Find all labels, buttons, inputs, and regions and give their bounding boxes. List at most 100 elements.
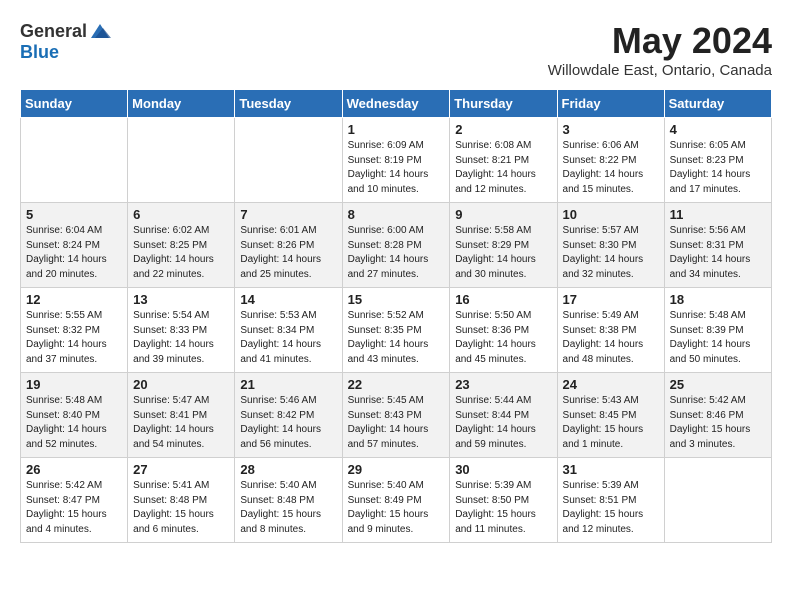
day-number: 9 [455,207,551,222]
weekday-header: Sunday [21,90,128,118]
calendar-day-cell: 27 Sunrise: 5:41 AM Sunset: 8:48 PM Dayli… [128,458,235,543]
calendar-day-cell: 13Sunrise: 5:54 AM Sunset: 8:33 PM Dayli… [128,288,235,373]
day-info: Sunrise: 5:52 AM Sunset: 8:35 PM Dayligh… [348,309,445,367]
day-info: Sunrise: 5:44 AM Sunset: 8:44 PM Dayligh… [455,394,551,452]
calendar-day-cell: 15 Sunrise: 5:52 AM Sunset: 8:35 PM Dayli… [342,288,450,373]
calendar-table: SundayMondayTuesdayWednesdayThursdayFrid… [20,89,772,543]
day-number: 17 [563,292,659,307]
day-info: Sunrise: 5:42 AM Sunset: 8:47 PM Dayligh… [26,479,122,537]
calendar-day-cell: 7Sunrise: 6:01 AM Sunset: 8:26 PM Daylig… [235,203,342,288]
day-number: 4 [670,122,766,137]
day-info: Sunrise: 5:48 AM Sunset: 8:39 PM Dayligh… [670,309,766,367]
calendar-day-cell: 5Sunrise: 6:04 AM Sunset: 8:24 PM Daylig… [21,203,128,288]
calendar-day-cell: 6Sunrise: 6:02 AM Sunset: 8:25 PM Daylig… [128,203,235,288]
day-number: 28 [240,462,336,477]
calendar-day-cell: 23 Sunrise: 5:44 AM Sunset: 8:44 PM Dayli… [450,373,557,458]
day-info: Sunrise: 5:39 AM Sunset: 8:50 PM Dayligh… [455,479,551,537]
day-number: 26 [26,462,122,477]
calendar-day-cell: 18 Sunrise: 5:48 AM Sunset: 8:39 PM Dayli… [664,288,771,373]
calendar-day-cell: 12 Sunrise: 5:55 AM Sunset: 8:32 PM Dayli… [21,288,128,373]
calendar-week-row: 26 Sunrise: 5:42 AM Sunset: 8:47 PM Dayli… [21,458,772,543]
day-number: 15 [348,292,445,307]
day-info: Sunrise: 5:49 AM Sunset: 8:38 PM Dayligh… [563,309,659,367]
calendar-day-cell [128,118,235,203]
weekday-header: Wednesday [342,90,450,118]
day-info: Sunrise: 5:45 AM Sunset: 8:43 PM Dayligh… [348,394,445,452]
day-info: Sunrise: 6:08 AM Sunset: 8:21 PM Dayligh… [455,139,551,197]
page-header: General Blue May 2024 Willowdale East, O… [20,20,772,79]
calendar-day-cell: 26 Sunrise: 5:42 AM Sunset: 8:47 PM Dayli… [21,458,128,543]
logo-text-blue: Blue [20,42,59,62]
calendar-day-cell: 19 Sunrise: 5:48 AM Sunset: 8:40 PM Dayli… [21,373,128,458]
weekday-header: Thursday [450,90,557,118]
day-info: Sunrise: 5:55 AM Sunset: 8:32 PM Dayligh… [26,309,122,367]
day-info: Sunrise: 5:39 AM Sunset: 8:51 PM Dayligh… [563,479,659,537]
day-number: 19 [26,377,122,392]
day-number: 8 [348,207,445,222]
calendar-day-cell: 22Sunrise: 5:45 AM Sunset: 8:43 PM Dayli… [342,373,450,458]
day-number: 14 [240,292,336,307]
calendar-week-row: 1 Sunrise: 6:09 AM Sunset: 8:19 PM Daylig… [21,118,772,203]
day-info: Sunrise: 5:46 AM Sunset: 8:42 PM Dayligh… [240,394,336,452]
day-number: 10 [563,207,659,222]
day-number: 23 [455,377,551,392]
title-block: May 2024 Willowdale East, Ontario, Canad… [548,20,772,79]
day-info: Sunrise: 5:40 AM Sunset: 8:49 PM Dayligh… [348,479,445,537]
day-number: 7 [240,207,336,222]
day-number: 24 [563,377,659,392]
day-number: 13 [133,292,229,307]
calendar-day-cell: 1 Sunrise: 6:09 AM Sunset: 8:19 PM Daylig… [342,118,450,203]
day-info: Sunrise: 5:47 AM Sunset: 8:41 PM Dayligh… [133,394,229,452]
day-number: 21 [240,377,336,392]
day-number: 16 [455,292,551,307]
day-info: Sunrise: 5:41 AM Sunset: 8:48 PM Dayligh… [133,479,229,537]
day-number: 18 [670,292,766,307]
day-number: 2 [455,122,551,137]
day-number: 3 [563,122,659,137]
calendar-day-cell: 8 Sunrise: 6:00 AM Sunset: 8:28 PM Daylig… [342,203,450,288]
day-info: Sunrise: 6:05 AM Sunset: 8:23 PM Dayligh… [670,139,766,197]
calendar-day-cell: 20Sunrise: 5:47 AM Sunset: 8:41 PM Dayli… [128,373,235,458]
day-info: Sunrise: 5:48 AM Sunset: 8:40 PM Dayligh… [26,394,122,452]
day-info: Sunrise: 6:00 AM Sunset: 8:28 PM Dayligh… [348,224,445,282]
calendar-day-cell: 17 Sunrise: 5:49 AM Sunset: 8:38 PM Dayli… [557,288,664,373]
day-info: Sunrise: 6:04 AM Sunset: 8:24 PM Dayligh… [26,224,122,282]
day-number: 29 [348,462,445,477]
calendar-day-cell: 14 Sunrise: 5:53 AM Sunset: 8:34 PM Dayli… [235,288,342,373]
day-number: 27 [133,462,229,477]
calendar-day-cell: 30 Sunrise: 5:39 AM Sunset: 8:50 PM Dayli… [450,458,557,543]
day-info: Sunrise: 6:06 AM Sunset: 8:22 PM Dayligh… [563,139,659,197]
calendar-day-cell: 16Sunrise: 5:50 AM Sunset: 8:36 PM Dayli… [450,288,557,373]
day-info: Sunrise: 5:53 AM Sunset: 8:34 PM Dayligh… [240,309,336,367]
logo-text-general: General [20,21,87,42]
calendar-day-cell [21,118,128,203]
calendar-day-cell: 2 Sunrise: 6:08 AM Sunset: 8:21 PM Daylig… [450,118,557,203]
calendar-day-cell: 4 Sunrise: 6:05 AM Sunset: 8:23 PM Daylig… [664,118,771,203]
weekday-header: Monday [128,90,235,118]
day-number: 30 [455,462,551,477]
weekday-header: Tuesday [235,90,342,118]
calendar-day-cell: 25Sunrise: 5:42 AM Sunset: 8:46 PM Dayli… [664,373,771,458]
logo: General Blue [20,20,111,63]
day-number: 12 [26,292,122,307]
calendar-day-cell: 24 Sunrise: 5:43 AM Sunset: 8:45 PM Dayli… [557,373,664,458]
calendar-day-cell: 11Sunrise: 5:56 AM Sunset: 8:31 PM Dayli… [664,203,771,288]
weekday-header: Saturday [664,90,771,118]
day-number: 6 [133,207,229,222]
day-info: Sunrise: 5:40 AM Sunset: 8:48 PM Dayligh… [240,479,336,537]
calendar-day-cell: 9Sunrise: 5:58 AM Sunset: 8:29 PM Daylig… [450,203,557,288]
calendar-day-cell [664,458,771,543]
calendar-header-row: SundayMondayTuesdayWednesdayThursdayFrid… [21,90,772,118]
day-info: Sunrise: 5:43 AM Sunset: 8:45 PM Dayligh… [563,394,659,452]
day-number: 1 [348,122,445,137]
calendar-day-cell: 28 Sunrise: 5:40 AM Sunset: 8:48 PM Dayli… [235,458,342,543]
calendar-week-row: 12 Sunrise: 5:55 AM Sunset: 8:32 PM Dayli… [21,288,772,373]
calendar-week-row: 19 Sunrise: 5:48 AM Sunset: 8:40 PM Dayli… [21,373,772,458]
month-title: May 2024 [548,20,772,62]
day-info: Sunrise: 5:56 AM Sunset: 8:31 PM Dayligh… [670,224,766,282]
calendar-day-cell: 21 Sunrise: 5:46 AM Sunset: 8:42 PM Dayli… [235,373,342,458]
day-info: Sunrise: 6:09 AM Sunset: 8:19 PM Dayligh… [348,139,445,197]
calendar-day-cell: 29 Sunrise: 5:40 AM Sunset: 8:49 PM Dayli… [342,458,450,543]
calendar-day-cell: 3 Sunrise: 6:06 AM Sunset: 8:22 PM Daylig… [557,118,664,203]
day-info: Sunrise: 5:42 AM Sunset: 8:46 PM Dayligh… [670,394,766,452]
